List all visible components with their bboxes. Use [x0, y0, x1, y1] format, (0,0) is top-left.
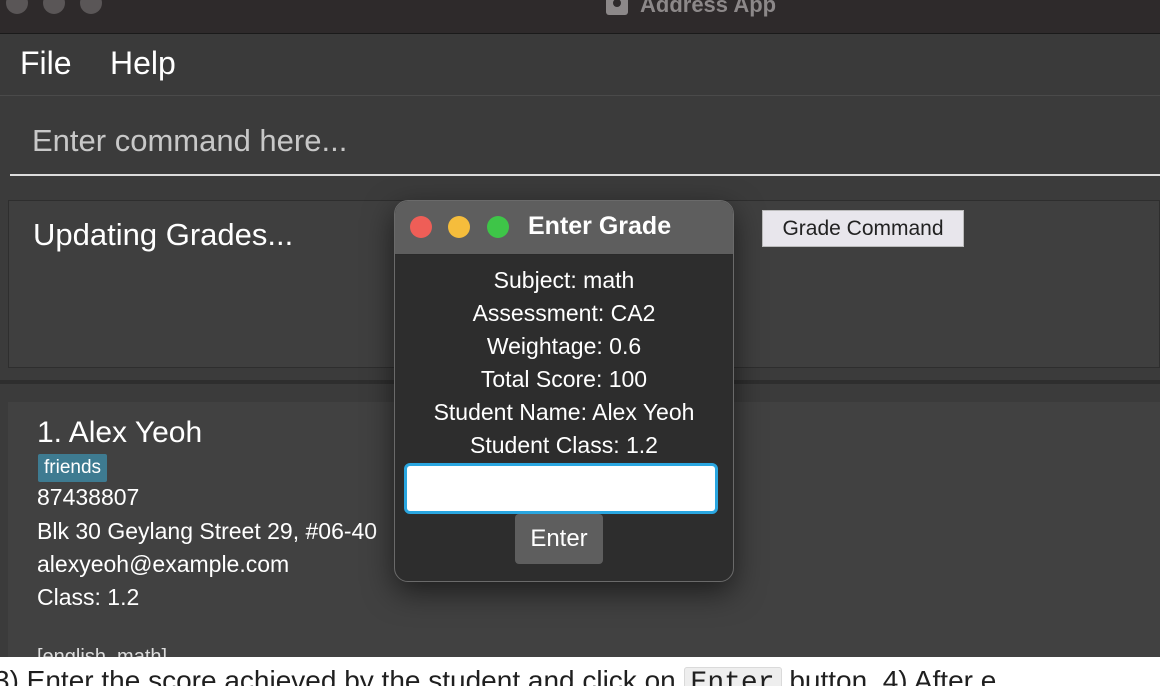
dialog-total-score: Total Score: 100: [480, 366, 648, 392]
result-text: Updating Grades...: [33, 217, 294, 252]
dialog-close-button[interactable]: [410, 216, 432, 238]
grade-command-tooltip: Grade Command: [762, 210, 964, 247]
caption-text-before: 3) Enter the score achieved by the stude…: [0, 665, 676, 686]
dialog-weightage: Weightage: 0.6: [486, 333, 642, 359]
enter-grade-dialog: Enter Grade Subject: math Assessment: CA…: [394, 200, 734, 582]
grade-score-input[interactable]: [404, 463, 718, 514]
person-name: 1. Alex Yeoh: [37, 416, 203, 449]
menu-file[interactable]: File: [20, 45, 72, 82]
dialog-student-class: Student Class: 1.2: [470, 432, 658, 458]
dialog-subject: Subject: math: [493, 267, 635, 293]
person-address: Blk 30 Geylang Street 29, #06-40: [37, 518, 378, 544]
dialog-assessment: Assessment: CA2: [472, 300, 656, 326]
window-title: Address App: [606, 0, 776, 17]
dialog-minimize-button[interactable]: [448, 216, 470, 238]
window-maximize-button[interactable]: [80, 0, 102, 14]
caption-code-enter: Enter: [683, 667, 782, 686]
address-book-icon: [606, 0, 628, 15]
command-box: [10, 112, 1160, 176]
dialog-titlebar: Enter Grade: [395, 201, 733, 255]
dialog-student-name: Student Name: Alex Yeoh: [433, 399, 695, 425]
menu-help[interactable]: Help: [110, 45, 176, 82]
dialog-maximize-button[interactable]: [487, 216, 509, 238]
person-subjects: [english, math]: [37, 646, 168, 657]
tag-badge: friends: [38, 454, 108, 482]
person-email: alexyeoh@example.com: [37, 551, 290, 577]
window-close-button[interactable]: [6, 0, 28, 14]
caption-text-after: button. 4) After e: [789, 665, 997, 686]
window-title-text: Address App: [640, 0, 777, 17]
instruction-caption: 3) Enter the score achieved by the stude…: [0, 657, 1160, 686]
dialog-title: Enter Grade: [528, 212, 672, 240]
window-minimize-button[interactable]: [43, 0, 65, 14]
window-titlebar: Address App: [0, 0, 1160, 34]
command-input[interactable]: [10, 112, 1160, 170]
person-phone: 87438807: [37, 484, 140, 510]
enter-button[interactable]: Enter: [515, 514, 603, 564]
person-class: Class: 1.2: [37, 584, 140, 610]
menu-bar: File Help: [0, 34, 1160, 96]
